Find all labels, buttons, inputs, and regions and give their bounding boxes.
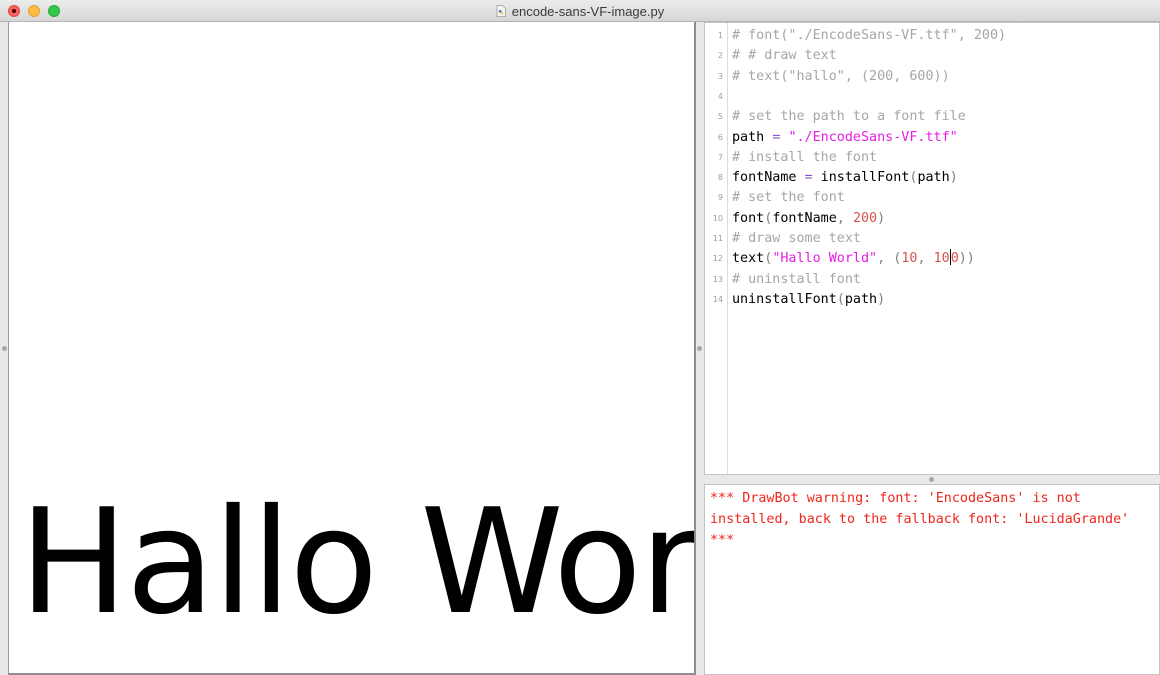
code-token: =	[804, 170, 813, 186]
code-token: # set the font	[732, 190, 845, 206]
code-line[interactable]: 6 path = "./EncodeSans-VF.ttf"	[705, 128, 1159, 148]
line-number: 1	[717, 31, 723, 40]
code-token: fontName	[732, 170, 805, 186]
code-token: installFont	[812, 170, 910, 186]
drawing-canvas[interactable]: Hallo World	[8, 22, 696, 675]
code-token: fontName	[772, 210, 837, 226]
code-token: "./EncodeSans-VF.ttf"	[788, 129, 958, 145]
code-line[interactable]: 4	[705, 87, 1159, 107]
output-console[interactable]: *** DrawBot warning: font: 'EncodeSans' …	[704, 484, 1160, 675]
console-warning-text: *** DrawBot warning: font: 'EncodeSans' …	[710, 491, 1130, 548]
code-token: 10	[933, 251, 950, 267]
code-line[interactable]: 10 font(fontName, 200)	[705, 209, 1159, 229]
left-split-handle[interactable]	[2, 346, 7, 351]
code-token: ))	[958, 251, 975, 267]
code-token: font	[732, 210, 765, 226]
code-token: ,	[836, 210, 853, 226]
code-token: # uninstall font	[732, 271, 861, 287]
code-token: # install the font	[732, 149, 878, 165]
code-token: 200	[852, 210, 878, 226]
line-number: 4	[717, 91, 723, 101]
code-text: # uninstall font	[732, 270, 861, 290]
line-number: 10	[712, 213, 723, 223]
code-line[interactable]: 1 # font("./EncodeSans-VF.ttf", 200)	[705, 26, 1159, 46]
window-title-group: encode-sans-VF-image.py	[0, 0, 1160, 22]
code-token: uninstallFont	[732, 291, 837, 307]
code-token: "Hallo World"	[772, 251, 878, 267]
code-text: # install the font	[732, 148, 877, 168]
code-line[interactable]: 5 # set the path to a font file	[705, 107, 1159, 127]
code-line[interactable]: 13 # uninstall font	[705, 270, 1159, 290]
code-token: 10	[901, 251, 918, 267]
code-line[interactable]: 12 text("Hallo World", (10, 100))	[705, 249, 1159, 269]
code-line[interactable]: 2 # # draw text	[705, 46, 1159, 66]
code-token: path	[732, 129, 773, 145]
code-text: text("Hallo World", (10, 100))	[732, 249, 975, 269]
window-titlebar[interactable]: encode-sans-VF-image.py	[0, 0, 1160, 22]
line-number: 2	[717, 51, 723, 61]
canvas-rendered-text: Hallo World	[19, 478, 696, 647]
code-token: # # draw text	[732, 48, 837, 64]
code-text: fontName = installFont(path)	[732, 168, 958, 188]
code-token: )	[877, 291, 886, 307]
code-line[interactable]: 7 # install the font	[705, 148, 1159, 168]
line-number: 6	[717, 132, 723, 142]
code-line[interactable]: 14 uninstallFont(path)	[705, 290, 1159, 310]
line-number: 13	[712, 274, 723, 284]
line-number: 8	[717, 173, 723, 183]
code-editor[interactable]: 1 # font("./EncodeSans-VF.ttf", 200) 2 # # …	[704, 22, 1160, 475]
code-token: ,	[917, 251, 934, 267]
code-token: # font("./EncodeSans-VF.ttf", 200)	[732, 28, 1007, 43]
line-number: 5	[717, 112, 723, 122]
code-token: # set the path to a font file	[732, 109, 966, 125]
horizontal-split-handle[interactable]	[929, 477, 934, 482]
line-number: 7	[717, 152, 723, 162]
code-text: # draw some text	[732, 229, 861, 249]
code-text: path = "./EncodeSans-VF.ttf"	[732, 128, 958, 148]
code-text: # # draw text	[732, 46, 837, 66]
code-line[interactable]: 8 fontName = installFont(path)	[705, 168, 1159, 188]
code-line[interactable]: 9 # set the font	[705, 188, 1159, 208]
code-line[interactable]: 3 # text("hallo", (200, 600))	[705, 67, 1159, 87]
line-number: 11	[712, 234, 723, 243]
code-token: path	[844, 291, 878, 307]
code-token: # draw some text	[732, 231, 861, 246]
line-number: 3	[717, 71, 723, 81]
line-number: 9	[717, 193, 723, 203]
code-text: uninstallFont(path)	[732, 290, 885, 310]
code-text: # set the font	[732, 188, 845, 208]
code-token: )	[949, 170, 958, 186]
code-token: text	[732, 251, 765, 267]
code-text: # text("hallo", (200, 600))	[732, 67, 950, 87]
code-text: # set the path to a font file	[732, 107, 966, 127]
code-token: path	[917, 170, 950, 186]
line-number: 12	[712, 254, 723, 264]
window-title: encode-sans-VF-image.py	[511, 3, 665, 19]
code-token: 0	[950, 251, 959, 267]
code-line[interactable]: 11 # draw some text	[705, 229, 1159, 249]
vertical-split-handle[interactable]	[697, 346, 702, 351]
code-token: (	[836, 291, 845, 307]
line-number: 14	[712, 294, 723, 304]
code-text: # font("./EncodeSans-VF.ttf", 200)	[732, 26, 1006, 46]
code-token: # text("hallo", (200, 600))	[732, 68, 950, 84]
python-file-icon	[496, 5, 506, 17]
code-token: , (	[877, 251, 902, 267]
code-token: )	[877, 210, 886, 226]
code-text: font(fontName, 200)	[732, 209, 885, 229]
